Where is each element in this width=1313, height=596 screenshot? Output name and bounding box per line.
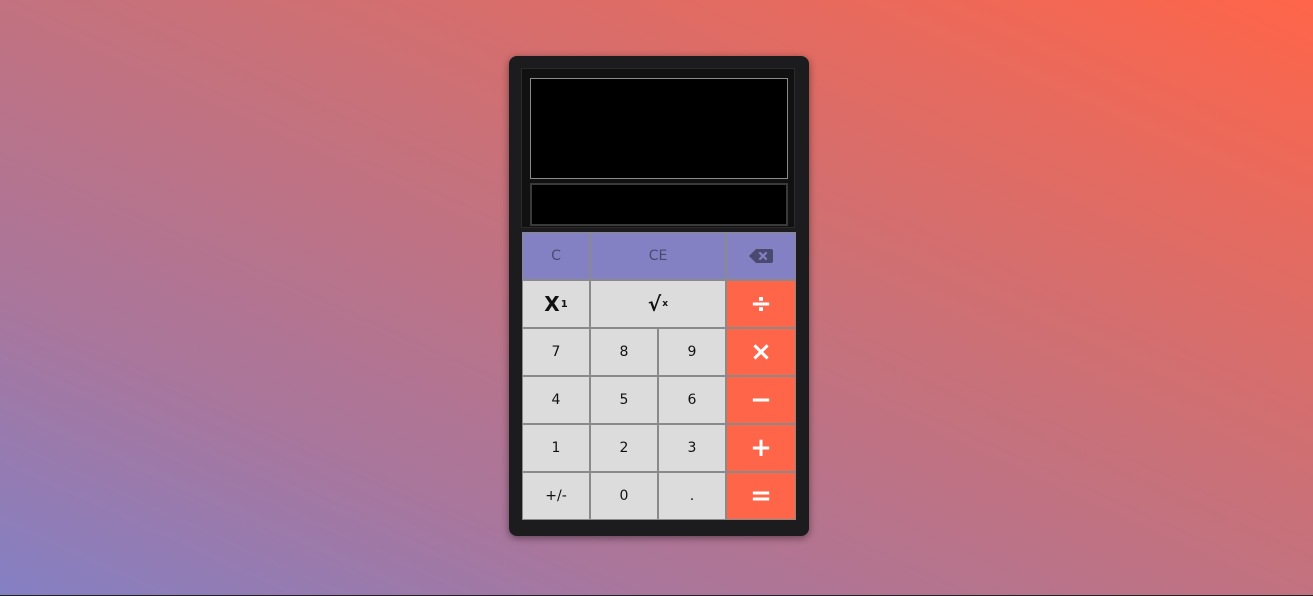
power-button[interactable]: X1 <box>522 280 590 328</box>
digit-3-button[interactable]: 3 <box>658 424 726 472</box>
digit-8-button[interactable]: 8 <box>590 328 658 376</box>
keypad: C CE X1 √ x ÷ 7 8 9 × 4 5 6 − 1 2 3 + +/… <box>522 232 796 520</box>
digit-6-button[interactable]: 6 <box>658 376 726 424</box>
digit-9-button[interactable]: 9 <box>658 328 726 376</box>
digit-7-button[interactable]: 7 <box>522 328 590 376</box>
subtract-button[interactable]: − <box>726 376 796 424</box>
digit-1-button[interactable]: 1 <box>522 424 590 472</box>
clear-button[interactable]: C <box>522 232 590 280</box>
digit-4-button[interactable]: 4 <box>522 376 590 424</box>
backspace-icon <box>749 249 773 263</box>
sqrt-button[interactable]: √ x <box>590 280 726 328</box>
sqrt-symbol: √ <box>647 292 662 316</box>
screen-frame <box>521 68 795 228</box>
decimal-button[interactable]: . <box>658 472 726 520</box>
expression-display <box>530 78 788 179</box>
calculator: C CE X1 √ x ÷ 7 8 9 × 4 5 6 − 1 2 3 + +/… <box>509 56 809 536</box>
backspace-button[interactable] <box>726 232 796 280</box>
power-base: X <box>544 292 560 316</box>
digit-2-button[interactable]: 2 <box>590 424 658 472</box>
multiply-button[interactable]: × <box>726 328 796 376</box>
sqrt-x: x <box>662 299 669 309</box>
divide-button[interactable]: ÷ <box>726 280 796 328</box>
power-exponent: 1 <box>560 298 568 310</box>
equals-button[interactable]: = <box>726 472 796 520</box>
digit-5-button[interactable]: 5 <box>590 376 658 424</box>
clear-entry-button[interactable]: CE <box>590 232 726 280</box>
result-display <box>530 183 788 226</box>
add-button[interactable]: + <box>726 424 796 472</box>
negate-button[interactable]: +/- <box>522 472 590 520</box>
digit-0-button[interactable]: 0 <box>590 472 658 520</box>
